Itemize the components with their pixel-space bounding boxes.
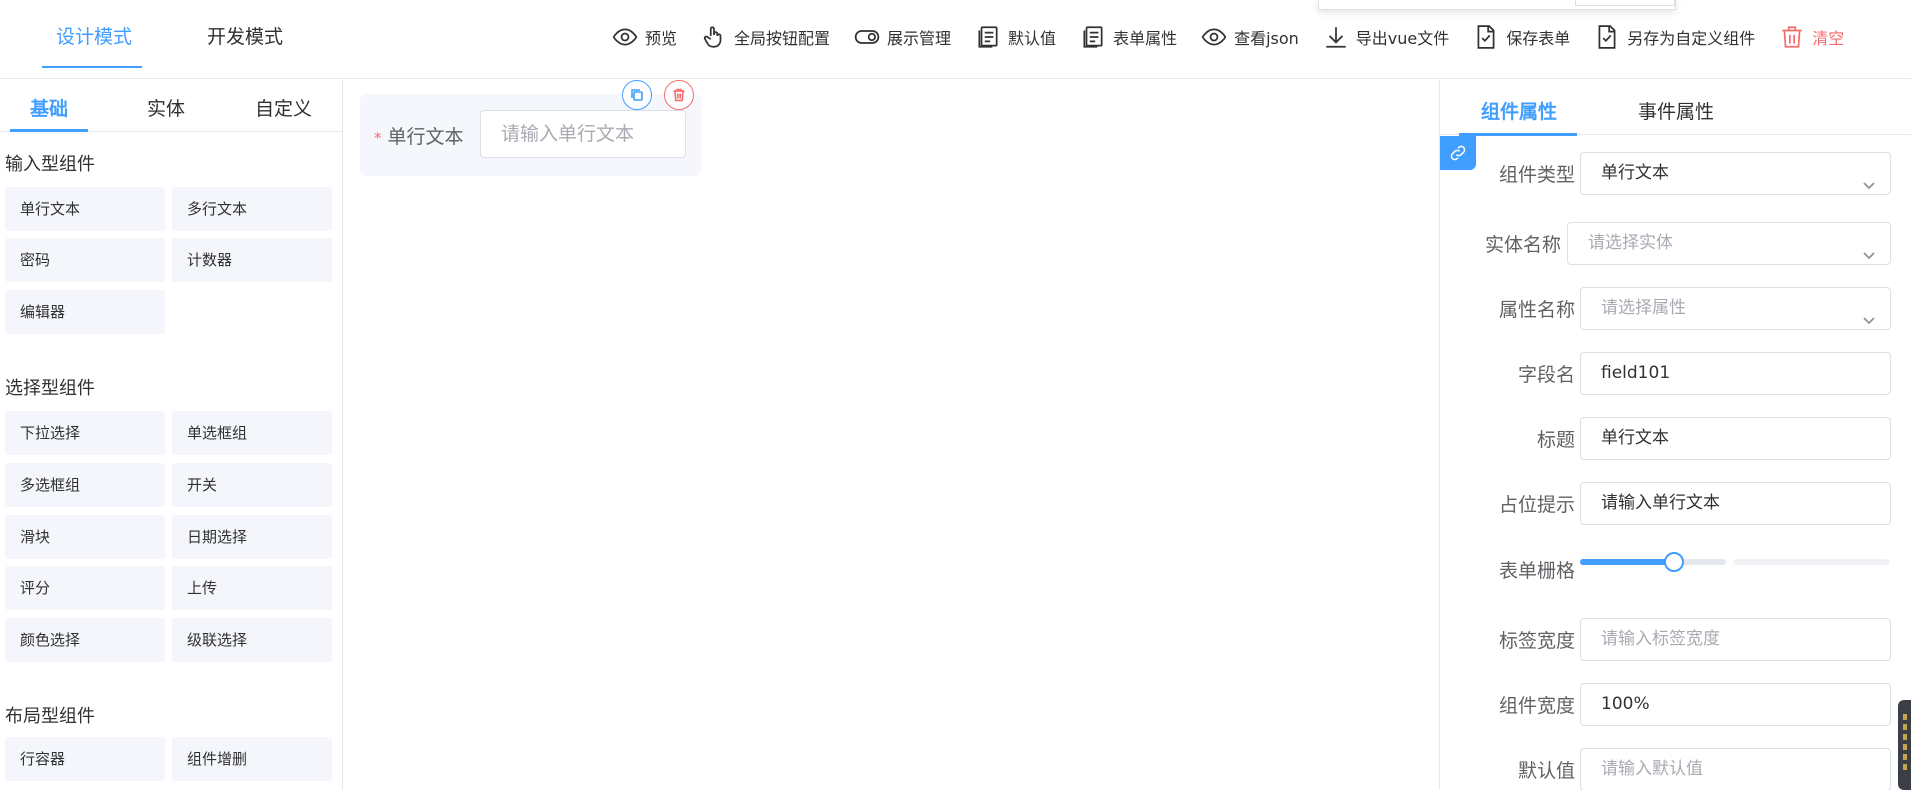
palette-tab-underline	[10, 129, 88, 132]
global-button-config-button[interactable]: 全局按钮配置	[701, 24, 830, 50]
form-canvas[interactable]: * 单行文本 请输入单行文本	[344, 80, 1438, 790]
trash-icon	[1782, 26, 1803, 48]
palette-item[interactable]: 组件增删	[172, 737, 332, 781]
toolbar: 预览 全局按钮配置 展示管理 默认值 表单属性 查看json 导出vue文件 保…	[612, 22, 1844, 52]
default-value-button[interactable]: 默认值	[975, 24, 1056, 50]
palette-item[interactable]: 开关	[172, 463, 332, 507]
file-check-icon	[1598, 25, 1616, 49]
prop-label-placeholder: 占位提示	[1498, 494, 1575, 516]
component-type-select[interactable]: 单行文本	[1580, 152, 1891, 195]
palette-item[interactable]: 单行文本	[5, 187, 165, 231]
palette-item[interactable]: 多行文本	[172, 187, 332, 231]
tab-basic[interactable]: 基础	[30, 94, 68, 121]
palette-item[interactable]: 密码	[5, 238, 165, 282]
field-name-input[interactable]: field101	[1580, 352, 1891, 395]
form-field-single-text[interactable]: * 单行文本 请输入单行文本	[360, 80, 701, 176]
document-icon	[1083, 26, 1103, 48]
palette-item[interactable]: 行容器	[5, 737, 165, 781]
grid-slider[interactable]	[1580, 552, 1890, 572]
save-form-button[interactable]: 保存表单	[1473, 24, 1570, 50]
form-props-button[interactable]: 表单属性	[1080, 24, 1177, 50]
prop-label-component-type: 组件类型	[1498, 164, 1575, 186]
palette-item[interactable]: 级联选择	[172, 618, 332, 662]
pointer-icon	[703, 26, 722, 48]
component-palette: 基础 实体 自定义 输入型组件 单行文本 多行文本 密码 计数器 编辑器 选择型…	[0, 80, 343, 790]
preview-button[interactable]: 预览	[612, 24, 677, 50]
group-title-select: 选择型组件	[5, 378, 95, 399]
component-width-input[interactable]: 100%	[1580, 683, 1891, 726]
copy-field-button[interactable]	[622, 80, 652, 110]
palette-item[interactable]: 滑块	[5, 515, 165, 559]
eye-icon	[612, 28, 638, 46]
palette-item[interactable]: 计数器	[172, 238, 332, 282]
tab-event-props[interactable]: 事件属性	[1638, 97, 1714, 124]
link-icon	[1450, 145, 1466, 161]
prop-label-entity-name: 实体名称	[1484, 234, 1561, 256]
prop-label-label-width: 标签宽度	[1498, 630, 1575, 652]
group-title-input: 输入型组件	[5, 154, 95, 175]
grid-slider-fill	[1580, 559, 1674, 565]
attr-name-select[interactable]: 请选择属性	[1580, 287, 1891, 330]
tab-component-props[interactable]: 组件属性	[1481, 97, 1557, 124]
delete-field-button[interactable]	[664, 80, 694, 110]
group-title-layout: 布局型组件	[5, 706, 95, 727]
copy-icon	[631, 89, 643, 101]
clear-button[interactable]: 清空	[1779, 24, 1844, 50]
prop-label-attr-name: 属性名称	[1498, 299, 1575, 321]
palette-item[interactable]: 颜色选择	[5, 618, 165, 662]
property-tabs: 组件属性 事件属性	[1440, 80, 1911, 136]
palette-item[interactable]: 评分	[5, 566, 165, 610]
placeholder-input[interactable]: 请输入单行文本	[1580, 482, 1891, 525]
field-label: * 单行文本	[374, 126, 464, 148]
field-input[interactable]: 请输入单行文本	[480, 110, 686, 158]
palette-item[interactable]: 单选框组	[172, 411, 332, 455]
chevron-down-icon	[1863, 252, 1875, 260]
document-icon	[978, 26, 998, 48]
tab-entity[interactable]: 实体	[147, 94, 185, 121]
floating-edge-widget[interactable]	[1898, 700, 1911, 790]
trash-icon	[673, 88, 685, 102]
eye-icon	[1201, 28, 1227, 46]
download-icon	[1326, 27, 1346, 48]
prop-label-grid: 表单栅格	[1498, 560, 1575, 582]
label-width-input[interactable]: 请输入标签宽度	[1580, 618, 1891, 661]
export-vue-button[interactable]: 导出vue文件	[1323, 24, 1449, 50]
property-panel: 组件属性 事件属性 组件类型 单行文本 实体名称 请选择实体 属性名称 请选择属…	[1439, 80, 1911, 790]
save-as-custom-button[interactable]: 另存为自定义组件	[1594, 24, 1755, 50]
palette-item[interactable]: 下拉选择	[5, 411, 165, 455]
chevron-down-icon	[1863, 317, 1875, 325]
tab-dev-mode[interactable]: 开发模式	[207, 22, 283, 49]
title-input[interactable]: 单行文本	[1580, 417, 1891, 460]
file-check-icon	[1477, 25, 1495, 49]
dropdown-popover-edge	[1318, 0, 1676, 10]
palette-item[interactable]: 日期选择	[172, 515, 332, 559]
entity-name-select[interactable]: 请选择实体	[1567, 222, 1891, 265]
tab-custom[interactable]: 自定义	[255, 94, 312, 121]
toggle-icon	[854, 30, 880, 44]
grid-slider-handle[interactable]	[1664, 552, 1684, 572]
required-mark: *	[374, 129, 382, 147]
property-tab-underline	[1459, 133, 1577, 136]
docs-link-button[interactable]	[1440, 136, 1476, 170]
chevron-down-icon	[1863, 182, 1875, 190]
palette-item[interactable]: 编辑器	[5, 290, 165, 334]
palette-item[interactable]: 上传	[172, 566, 332, 610]
top-header: 设计模式 开发模式 预览 全局按钮配置 展示管理 默认值 表单属性 查看json	[0, 0, 1911, 79]
prop-label-field-name: 字段名	[1517, 364, 1575, 386]
display-manage-button[interactable]: 展示管理	[854, 24, 951, 50]
palette-tabs: 基础 实体 自定义	[0, 80, 342, 132]
mode-tab-underline	[42, 66, 142, 68]
tab-design-mode[interactable]: 设计模式	[56, 22, 132, 49]
prop-label-title: 标题	[1536, 429, 1575, 451]
prop-label-default-value: 默认值	[1517, 760, 1575, 782]
view-json-button[interactable]: 查看json	[1201, 24, 1299, 50]
palette-item[interactable]: 多选框组	[5, 463, 165, 507]
prop-label-component-width: 组件宽度	[1498, 695, 1575, 717]
default-value-input[interactable]: 请输入默认值	[1580, 748, 1891, 790]
